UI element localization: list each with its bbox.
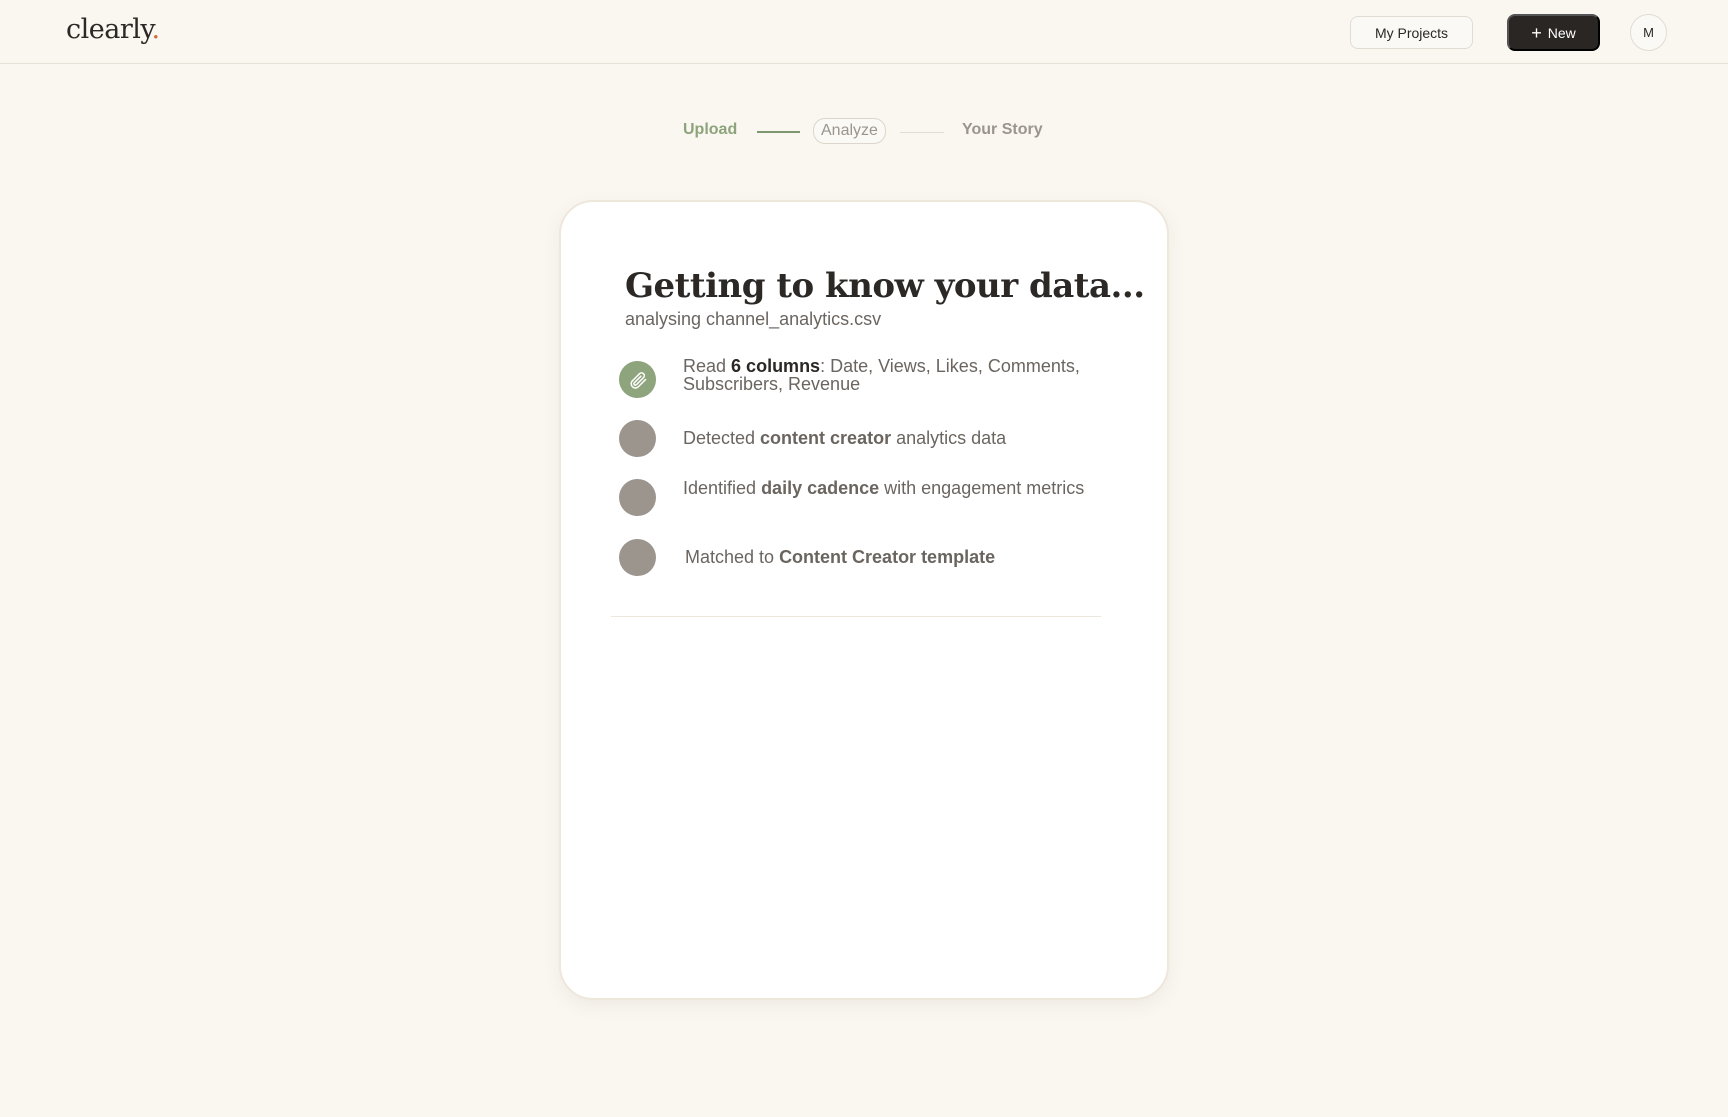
card-title: Getting to know your data...: [625, 266, 1145, 306]
analysis-card: Getting to know your data... analysing c…: [559, 200, 1169, 1000]
analysis-step-text: Read 6 columns: Date, Views, Likes, Comm…: [683, 356, 1080, 394]
logo-text: clearly: [66, 14, 152, 45]
progress-stepper: Upload Analyze Your Story: [0, 118, 1728, 146]
pending-circle-icon: [619, 420, 656, 457]
analysis-step-text: Matched to Content Creator template: [685, 547, 996, 567]
new-button[interactable]: + New: [1507, 14, 1600, 51]
logo-dot: .: [151, 14, 161, 45]
card-subtitle: analysing channel_analytics.csv: [625, 309, 882, 329]
analysis-step-text: Identified daily cadence with engagement…: [683, 478, 1085, 498]
my-projects-button[interactable]: My Projects: [1350, 16, 1473, 49]
new-label: New: [1547, 24, 1576, 41]
analysis-step-text: Detected content creator analytics data: [683, 428, 1007, 448]
step-analyze: Analyze: [813, 118, 886, 144]
pending-circle-icon: [619, 479, 656, 516]
avatar-initial: M: [1643, 25, 1654, 40]
pending-circle-icon: [619, 539, 656, 576]
step-your-story: Your Story: [962, 121, 1043, 138]
plus-icon: +: [1531, 22, 1542, 43]
step-connector-complete: [757, 131, 800, 133]
avatar[interactable]: M: [1630, 14, 1667, 51]
top-bar: clearly. My Projects + New M: [0, 0, 1728, 64]
step-connector-upcoming: [900, 132, 944, 133]
paperclip-icon: [619, 361, 656, 398]
divider: [611, 616, 1101, 617]
step-upload: Upload: [683, 121, 738, 138]
logo[interactable]: clearly.: [66, 14, 160, 45]
my-projects-label: My Projects: [1374, 24, 1449, 41]
